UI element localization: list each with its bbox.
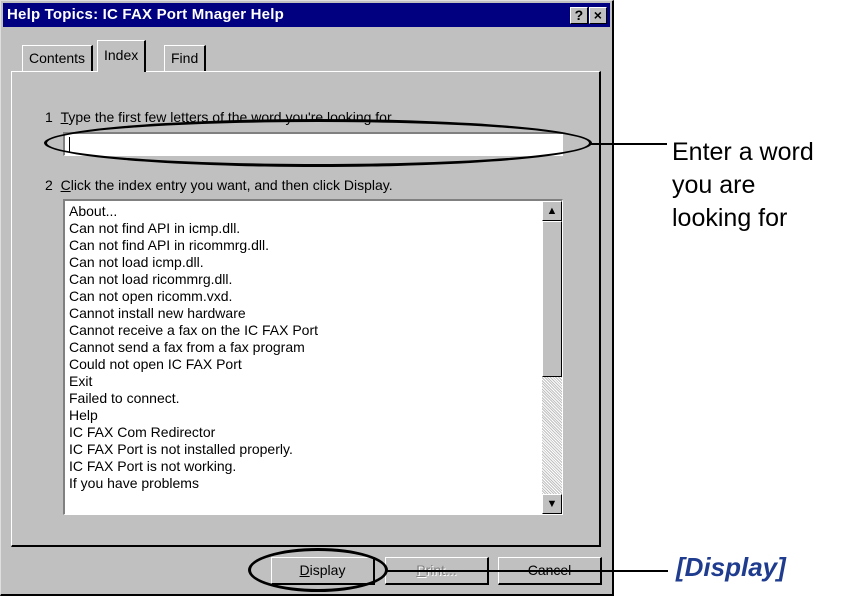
word-callout-line-2: you are: [672, 171, 756, 199]
input-highlight-oval: [44, 119, 592, 167]
tab-index[interactable]: Index: [97, 40, 147, 72]
display-highlight-oval: [248, 548, 388, 592]
word-callout: Enter a word you are looking for: [672, 136, 814, 235]
help-button[interactable]: ?: [570, 7, 588, 24]
tab-contents-label: Contents: [29, 50, 86, 66]
tab-contents[interactable]: Contents: [22, 45, 94, 71]
close-button[interactable]: ×: [589, 7, 607, 24]
help-topics-window: Help Topics: IC FAX Port Mnager Help ? ×…: [0, 0, 614, 596]
title-bar[interactable]: Help Topics: IC FAX Port Mnager Help ? ×: [3, 3, 610, 27]
tab-find[interactable]: Find: [164, 45, 207, 71]
tab-find-label: Find: [171, 50, 199, 66]
word-callout-line: [590, 143, 667, 145]
display-callout: [Display]: [676, 552, 786, 582]
window-title: Help Topics: IC FAX Port Mnager Help: [7, 6, 284, 23]
word-callout-line-1: Enter a word: [672, 138, 814, 166]
tab-index-label: Index: [104, 47, 139, 63]
word-callout-line-3: looking for: [672, 204, 788, 232]
display-callout-line: [386, 570, 668, 572]
